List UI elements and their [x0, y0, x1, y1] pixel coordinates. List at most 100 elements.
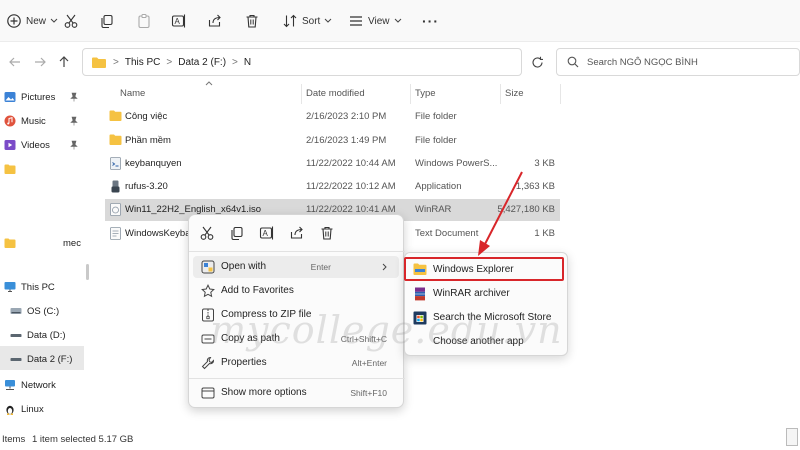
- view-label: View: [368, 15, 390, 27]
- view-toggle-button[interactable]: [786, 428, 798, 446]
- navigation-pane: Pictures Music Videos mec This PC OS (C:…: [0, 82, 89, 428]
- menu-item-add-favorites[interactable]: Add to Favorites: [193, 280, 399, 302]
- breadcrumb-this-pc[interactable]: This PC: [125, 57, 161, 68]
- new-button[interactable]: New: [6, 8, 58, 34]
- column-header-name[interactable]: Name: [120, 88, 145, 99]
- sidebar-item-label: mec: [63, 237, 81, 249]
- more-dots-icon: ···: [422, 13, 439, 29]
- file-size: 3 KB: [534, 158, 555, 169]
- sidebar-scroll-thumb[interactable]: [86, 264, 89, 280]
- videos-icon: [4, 139, 16, 151]
- sidebar-item-data-d[interactable]: Data (D:): [10, 326, 66, 344]
- scissors-icon: [63, 13, 79, 29]
- sidebar-item-linux[interactable]: Linux: [4, 400, 44, 418]
- menu-item-properties[interactable]: Properties Alt+Enter: [193, 352, 399, 374]
- sort-button[interactable]: Sort: [282, 8, 332, 34]
- breadcrumb-separator: >: [232, 56, 238, 68]
- refresh-icon[interactable]: [531, 56, 544, 69]
- column-divider[interactable]: [301, 84, 302, 104]
- sidebar-item-pictures[interactable]: Pictures: [4, 88, 55, 106]
- sort-label: Sort: [302, 15, 321, 27]
- share-button[interactable]: [207, 8, 223, 34]
- sidebar-item-data2-f[interactable]: Data 2 (F:): [10, 350, 72, 368]
- file-date: 2/16/2023 1:49 PM: [306, 135, 387, 146]
- file-date: 11/22/2022 10:44 AM: [306, 158, 396, 169]
- music-icon: [4, 115, 16, 127]
- sidebar-item-label: Music: [21, 115, 46, 127]
- script-icon: [109, 157, 122, 170]
- highlight-box: [404, 257, 564, 281]
- file-row[interactable]: Phần mềm 2/16/2023 1:49 PM File folder: [105, 130, 560, 152]
- share-icon[interactable]: [289, 225, 307, 243]
- column-header-date[interactable]: Date modified: [306, 88, 365, 99]
- menu-item-shortcut: Shift+F10: [350, 388, 387, 398]
- sidebar-item-mec[interactable]: mec: [4, 234, 81, 252]
- column-divider[interactable]: [560, 84, 561, 104]
- iso-icon: [109, 203, 122, 216]
- folder-icon: [4, 164, 16, 174]
- sidebar-item-label: Linux: [21, 403, 44, 415]
- sidebar-item-label: Videos: [21, 139, 50, 151]
- column-header-size[interactable]: Size: [505, 88, 523, 99]
- copy-icon[interactable]: [229, 225, 247, 243]
- chevron-down-icon: [394, 18, 402, 24]
- more-button[interactable]: ···: [422, 8, 439, 34]
- folder-icon: [109, 110, 122, 123]
- cut-button[interactable]: [63, 8, 79, 34]
- file-name: Phần mềm: [125, 135, 171, 146]
- rename-icon: A: [171, 13, 187, 29]
- file-name: rufus-3.20: [125, 181, 168, 192]
- file-type: File folder: [415, 111, 457, 122]
- forward-arrow-icon[interactable]: [33, 55, 47, 69]
- address-bar[interactable]: > This PC > Data 2 (F:) > N: [82, 48, 522, 76]
- back-arrow-icon[interactable]: [8, 55, 22, 69]
- copy-button[interactable]: [99, 8, 115, 34]
- wrench-icon: [201, 356, 215, 370]
- linux-icon: [4, 403, 16, 415]
- up-arrow-icon[interactable]: [57, 55, 71, 69]
- menu-item-label: Add to Favorites: [221, 285, 294, 296]
- sidebar-item-music[interactable]: Music: [4, 112, 46, 130]
- file-type: Application: [415, 181, 462, 192]
- rename-button[interactable]: A: [171, 8, 187, 34]
- network-icon: [4, 379, 16, 391]
- file-row[interactable]: Công việc 2/16/2023 2:10 PM File folder: [105, 106, 560, 128]
- chevron-right-icon: [382, 263, 387, 271]
- status-items-count: Items: [2, 434, 26, 445]
- view-button[interactable]: View: [348, 8, 402, 34]
- sidebar-item-os-c[interactable]: OS (C:): [10, 302, 59, 320]
- paste-button[interactable]: [136, 8, 152, 34]
- sort-icon: [282, 13, 298, 29]
- menu-item-show-more-options[interactable]: Show more options Shift+F10: [193, 382, 399, 404]
- svg-text:A: A: [175, 17, 181, 26]
- sidebar-item-label: OS (C:): [27, 305, 60, 317]
- chevron-down-icon: [50, 18, 58, 24]
- sidebar-item-this-pc[interactable]: This PC: [4, 278, 55, 296]
- menu-divider: [189, 251, 405, 252]
- breadcrumb-data2[interactable]: Data 2 (F:): [178, 57, 226, 68]
- drive-icon: [10, 306, 22, 316]
- star-icon: [201, 284, 215, 298]
- file-type: WinRAR: [415, 204, 452, 215]
- column-divider[interactable]: [500, 84, 501, 104]
- search-box[interactable]: Search NGÔ NGỌC BÌNH: [556, 48, 800, 76]
- submenu-item-winrar[interactable]: WinRAR archiver: [407, 283, 565, 305]
- trash-icon[interactable]: [319, 225, 337, 243]
- rename-icon[interactable]: A: [259, 225, 277, 243]
- menu-divider: [189, 378, 405, 379]
- delete-button[interactable]: [244, 8, 260, 34]
- sidebar-item-folder[interactable]: [4, 160, 21, 178]
- file-name: Công việc: [125, 111, 168, 122]
- cut-icon[interactable]: [199, 225, 217, 243]
- menu-item-open-with[interactable]: Open with Enter: [193, 256, 399, 278]
- sidebar-item-network[interactable]: Network: [4, 376, 56, 394]
- open-with-icon: [201, 260, 215, 274]
- sort-indicator-icon: [205, 81, 213, 86]
- svg-text:A: A: [263, 229, 269, 238]
- usb-app-icon: [109, 180, 122, 193]
- file-name: WindowsKeyba: [125, 228, 191, 239]
- sidebar-item-videos[interactable]: Videos: [4, 136, 50, 154]
- breadcrumb-current[interactable]: N: [244, 57, 251, 68]
- column-header-type[interactable]: Type: [415, 88, 436, 99]
- column-divider[interactable]: [410, 84, 411, 104]
